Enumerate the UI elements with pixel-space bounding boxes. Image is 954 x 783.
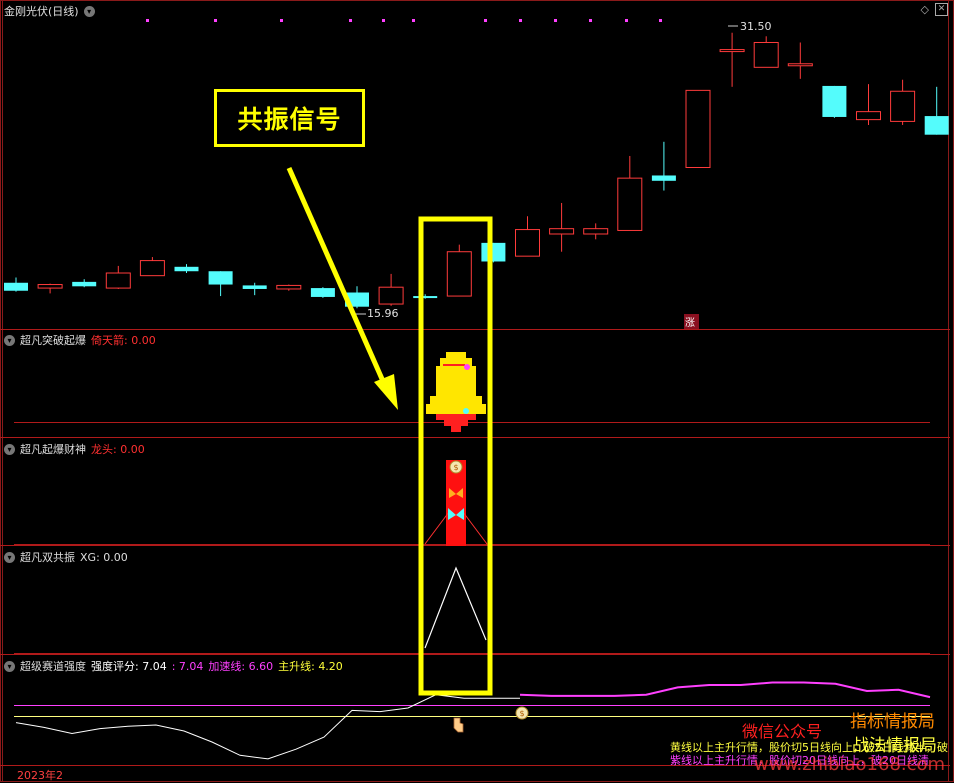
candle-body: [549, 228, 575, 235]
score-label: 强度评分: [91, 660, 135, 673]
stock-title-text: 金刚光伏(日线): [4, 5, 79, 18]
candle-body: [617, 177, 643, 231]
panel-name: 超凡双共振: [20, 551, 75, 564]
panel-title-2: ▾ 超凡起爆财神 龙头: 0.00: [4, 441, 145, 457]
chevron-down-icon[interactable]: ▾: [4, 334, 15, 346]
candle-body: [139, 260, 165, 277]
diamond-icon[interactable]: ◇: [921, 3, 929, 16]
panel-name: 超凡起爆财神: [20, 443, 86, 456]
candle-body: [481, 242, 506, 262]
candle-body: [583, 228, 609, 235]
top-marker: [589, 19, 592, 22]
panel-value: 0.00: [103, 550, 128, 564]
panel-field: 龙头: [91, 443, 113, 456]
chevron-down-icon[interactable]: ▾: [83, 5, 95, 17]
panel-title-1: ▾ 超凡突破起爆 倚天箭: 0.00: [4, 332, 156, 348]
panel-title-3: ▾ 超凡双共振 XG: 0.00: [4, 549, 128, 565]
candle-body: [242, 285, 267, 289]
stock-title: 金刚光伏(日线) ▾: [4, 3, 95, 19]
panel-value: 0.00: [120, 443, 145, 456]
candle-body: [651, 175, 676, 181]
candle-body: [37, 284, 63, 289]
svg-text:$: $: [453, 463, 458, 472]
window-controls: ◇ ✕: [921, 3, 948, 16]
chevron-down-icon[interactable]: ▾: [4, 551, 15, 563]
brand-watermark-1: 指标情报局: [850, 712, 935, 732]
url-watermark: www.zhibiao168.com: [754, 754, 946, 775]
candle-body: [685, 89, 711, 168]
candle-body: [174, 266, 199, 272]
candle-body: [890, 90, 916, 122]
top-marker: [554, 19, 557, 22]
hand-pointer-icon: [453, 717, 464, 733]
top-marker: [484, 19, 487, 22]
high-price-label: 31.50: [740, 20, 772, 33]
candle-body: [822, 85, 847, 117]
candle-body: [753, 41, 779, 68]
panel-value: 0.00: [131, 334, 156, 347]
candle-body: [276, 284, 302, 290]
score-value-2: 7.04: [178, 659, 204, 673]
resonance-banner: 共振信号: [214, 89, 365, 147]
panel-name: 超级赛道强度: [20, 660, 86, 673]
panel-name: 超凡突破起爆: [20, 334, 86, 347]
svg-text:$: $: [519, 709, 524, 718]
money-bag-icon: $: [449, 460, 463, 474]
candle-body: [378, 286, 404, 305]
candle-body: [208, 271, 233, 285]
close-icon[interactable]: ✕: [935, 3, 948, 16]
candle-body: [924, 116, 949, 135]
chevron-down-icon[interactable]: ▾: [4, 443, 15, 455]
candle-body: [413, 296, 438, 299]
candle-body: [856, 111, 881, 121]
accel-label: 加速线: [208, 660, 242, 673]
score-value: 7.04: [142, 660, 167, 673]
panel-field: XG: [80, 550, 97, 564]
top-marker: [349, 19, 352, 22]
top-marker: [625, 19, 628, 22]
top-marker: [214, 19, 217, 22]
candle-body: [72, 281, 97, 287]
zhang-badge: 涨: [685, 318, 695, 329]
bell-icon: [426, 352, 486, 432]
accel-value: 6.60: [248, 660, 274, 673]
candle-body: [719, 49, 745, 53]
top-marker: [519, 19, 522, 22]
chevron-down-icon[interactable]: ▾: [4, 660, 15, 672]
low-price-label: 15.96: [367, 307, 399, 320]
candle-body: [105, 272, 131, 289]
top-marker: [412, 19, 415, 22]
date-label: 2023年2: [17, 769, 63, 782]
candle-body: [446, 251, 472, 297]
candlestick-series: [4, 32, 949, 309]
top-marker: [146, 19, 149, 22]
main-label: 主升线: [278, 660, 312, 673]
money-bag-icon: $: [515, 706, 529, 720]
candle-body: [787, 63, 813, 67]
panel-title-4: ▾ 超级赛道强度 强度评分: 7.04 : 7.04 加速线: 6.60 主升线…: [4, 658, 343, 674]
top-signal-markers: [146, 19, 662, 22]
candle-body: [310, 288, 335, 297]
main-value: 4.20: [318, 660, 343, 673]
xg-spike-line: [424, 566, 487, 649]
top-marker: [382, 19, 385, 22]
panel-field: 倚天箭: [91, 334, 124, 347]
top-marker: [280, 19, 283, 22]
top-marker: [659, 19, 662, 22]
strength-magenta-line: [519, 681, 931, 699]
strength-score-line: [15, 694, 520, 760]
candle-body: [4, 282, 28, 291]
candle-body: [515, 229, 540, 257]
